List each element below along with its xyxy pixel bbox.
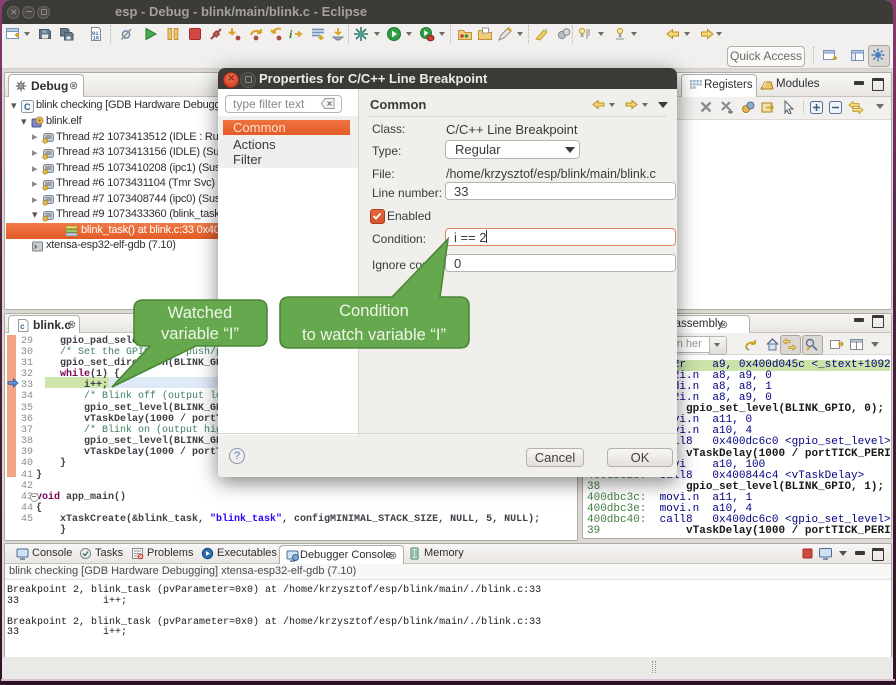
svg-text:C: C: [24, 102, 31, 112]
svg-text:i: i: [289, 27, 293, 41]
svg-text:c: c: [20, 323, 25, 332]
svg-text:10: 10: [93, 35, 100, 42]
